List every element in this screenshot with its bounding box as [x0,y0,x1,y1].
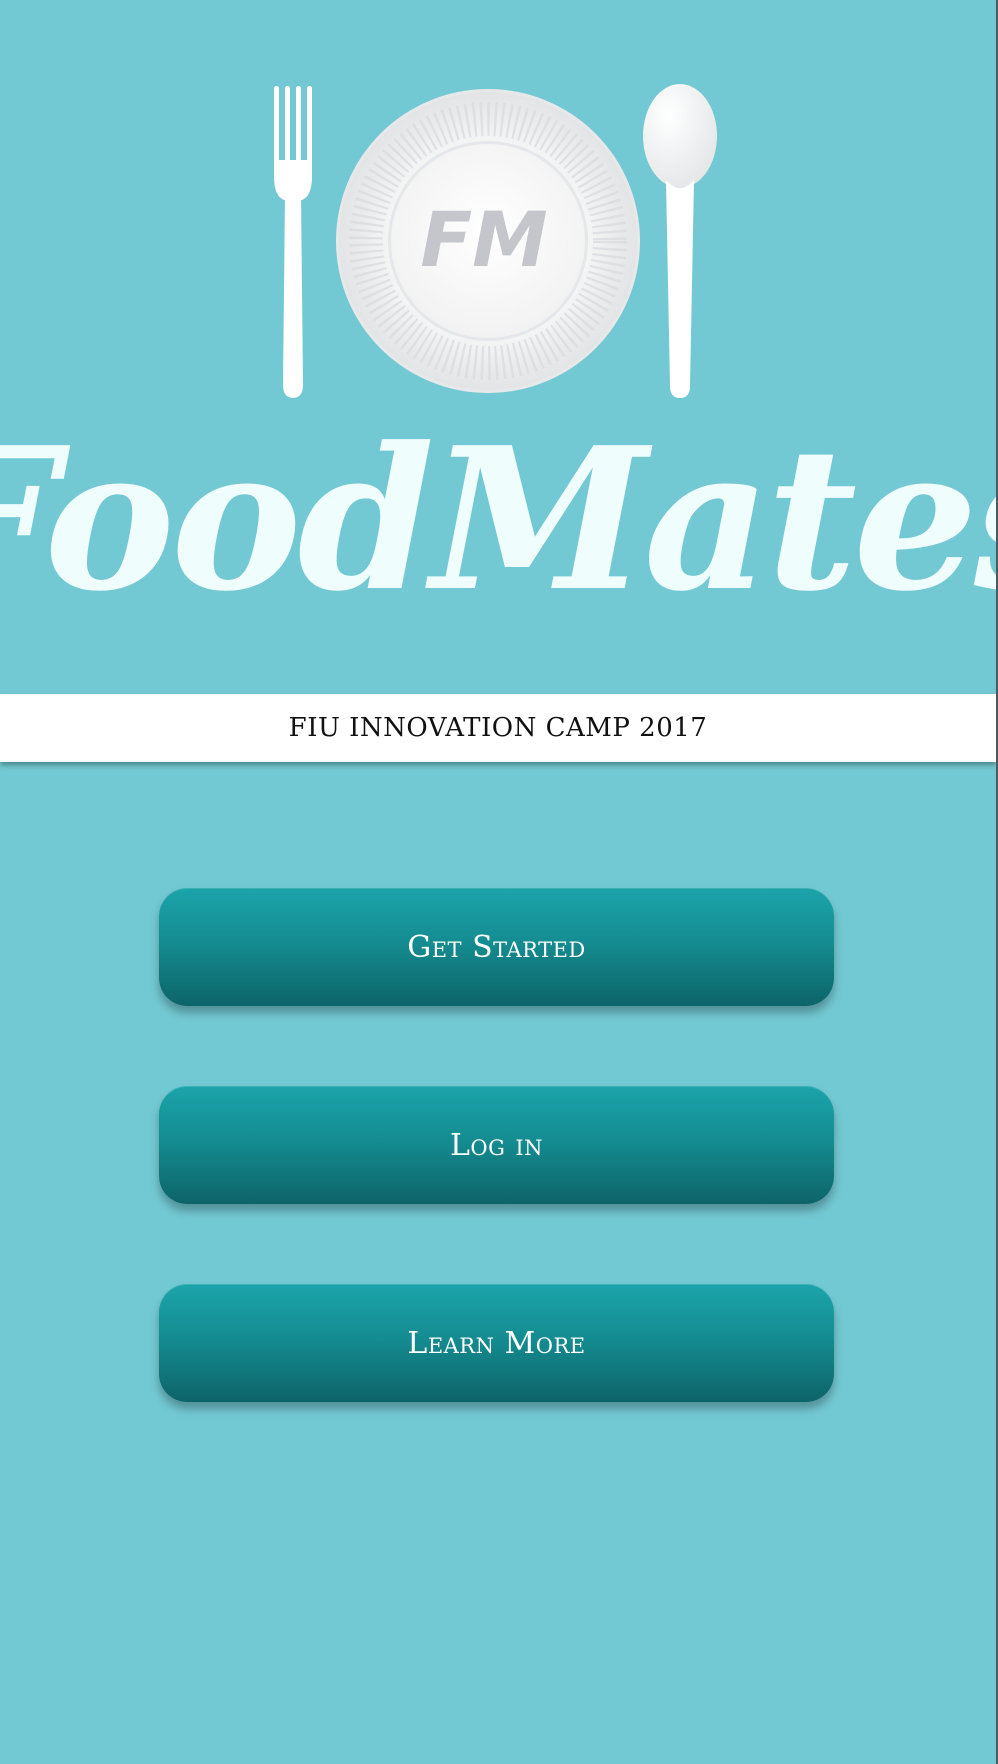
get-started-button[interactable]: Get Started [159,888,834,1006]
learn-more-label: Learn More [407,1325,586,1361]
event-banner: FIU INNOVATION CAMP 2017 [0,694,996,762]
foodmates-logo: FM FoodMates [0,84,996,635]
learn-more-button[interactable]: Learn More [159,1284,834,1402]
welcome-screen: FM FoodMates FIU INNOVATION CAMP 2017 Ge… [0,0,998,1764]
plate-icon: FM [336,89,640,393]
log-in-label: Log in [449,1127,544,1163]
app-title: FoodMates [0,405,996,635]
fork-icon [274,86,312,398]
spoon-icon [643,84,717,398]
banner-text: FIU INNOVATION CAMP 2017 [288,713,708,743]
log-in-button[interactable]: Log in [159,1086,834,1204]
plate-monogram: FM [420,195,548,284]
get-started-label: Get Started [407,929,586,965]
